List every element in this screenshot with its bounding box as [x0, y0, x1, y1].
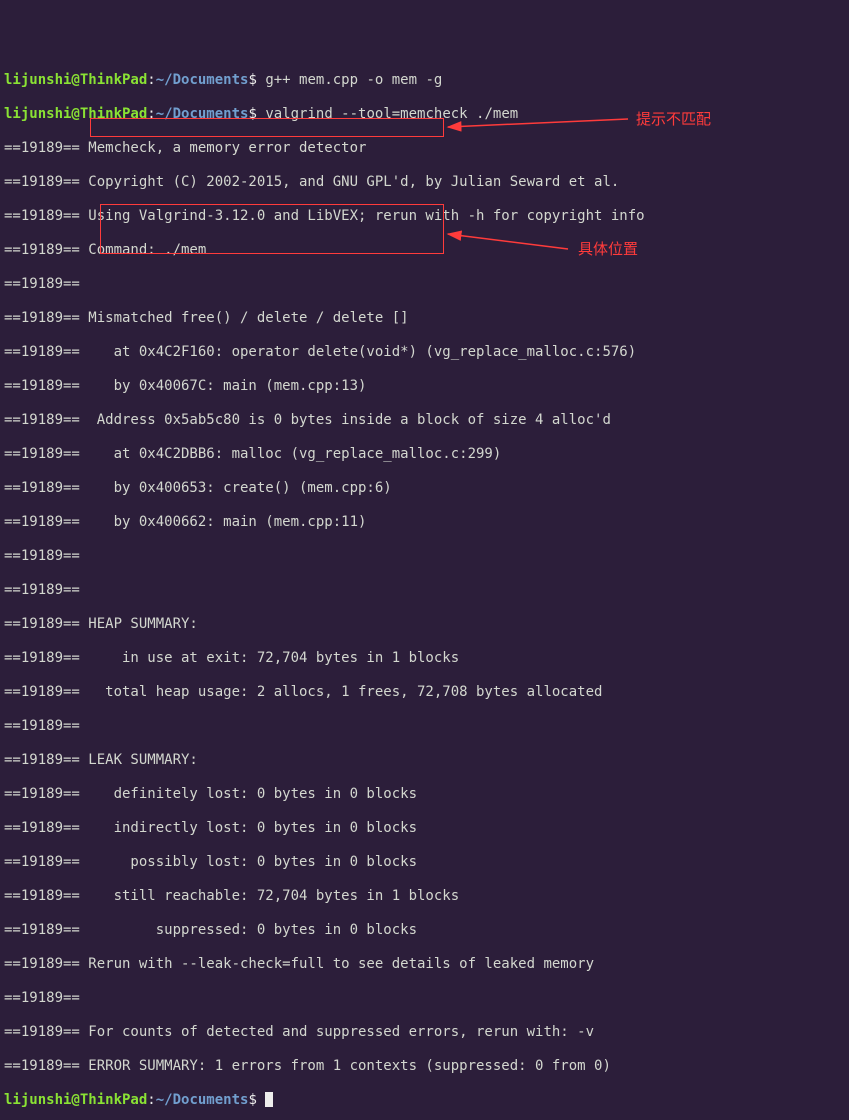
output-line: ==19189== Rerun with --leak-check=full t… [4, 956, 845, 973]
output-line: ==19189== Using Valgrind-3.12.0 and LibV… [4, 208, 845, 225]
prompt-path: ~/Documents [156, 106, 249, 122]
command-2[interactable]: valgrind --tool=memcheck ./mem [265, 106, 518, 122]
output-line: ==19189== LEAK SUMMARY: [4, 752, 845, 769]
cursor-icon[interactable] [265, 1092, 273, 1107]
prompt-user: lijunshi@ThinkPad [4, 72, 147, 88]
output-line: ==19189== [4, 276, 845, 293]
prompt-line-1: lijunshi@ThinkPad:~/Documents$ g++ mem.c… [4, 72, 845, 89]
prompt-sep: : [147, 72, 155, 88]
prompt-line-3[interactable]: lijunshi@ThinkPad:~/Documents$ [4, 1092, 845, 1109]
command-1[interactable]: g++ mem.cpp -o mem -g [265, 72, 442, 88]
output-line: ==19189== total heap usage: 2 allocs, 1 … [4, 684, 845, 701]
output-line: ==19189== at 0x4C2F160: operator delete(… [4, 344, 845, 361]
output-line: ==19189== [4, 990, 845, 1007]
output-line-location: ==19189== by 0x400653: create() (mem.cpp… [4, 480, 845, 497]
output-line: ==19189== [4, 548, 845, 565]
annotation-label-mismatch: 提示不匹配 [636, 110, 711, 127]
prompt-sep: : [147, 106, 155, 122]
prompt-path: ~/Documents [156, 1092, 249, 1108]
prompt-dollar: $ [248, 72, 265, 88]
output-line: ==19189== Memcheck, a memory error detec… [4, 140, 845, 157]
output-line: ==19189== possibly lost: 0 bytes in 0 bl… [4, 854, 845, 871]
output-line: ==19189== still reachable: 72,704 bytes … [4, 888, 845, 905]
output-line: ==19189== [4, 718, 845, 735]
output-line: ==19189== at 0x4C2DBB6: malloc (vg_repla… [4, 446, 845, 463]
output-line: ==19189== Command: ./mem [4, 242, 845, 259]
prompt-sep: : [147, 1092, 155, 1108]
prompt-user: lijunshi@ThinkPad [4, 106, 147, 122]
output-line: ==19189== definitely lost: 0 bytes in 0 … [4, 786, 845, 803]
prompt-line-2: lijunshi@ThinkPad:~/Documents$ valgrind … [4, 106, 845, 123]
annotation-label-location: 具体位置 [578, 240, 638, 257]
prompt-user: lijunshi@ThinkPad [4, 1092, 147, 1108]
output-line: ==19189== indirectly lost: 0 bytes in 0 … [4, 820, 845, 837]
prompt-path: ~/Documents [156, 72, 249, 88]
output-line: ==19189== For counts of detected and sup… [4, 1024, 845, 1041]
output-line: ==19189== in use at exit: 72,704 bytes i… [4, 650, 845, 667]
prompt-dollar: $ [248, 1092, 265, 1108]
output-line-mismatch: ==19189== Mismatched free() / delete / d… [4, 310, 845, 327]
prompt-dollar: $ [248, 106, 265, 122]
output-line: ==19189== HEAP SUMMARY: [4, 616, 845, 633]
output-line: ==19189== Copyright (C) 2002-2015, and G… [4, 174, 845, 191]
output-line: ==19189== by 0x40067C: main (mem.cpp:13) [4, 378, 845, 395]
output-line: ==19189== Address 0x5ab5c80 is 0 bytes i… [4, 412, 845, 429]
output-line-location: ==19189== by 0x400662: main (mem.cpp:11) [4, 514, 845, 531]
output-line: ==19189== ERROR SUMMARY: 1 errors from 1… [4, 1058, 845, 1075]
output-line: ==19189== [4, 582, 845, 599]
output-line: ==19189== suppressed: 0 bytes in 0 block… [4, 922, 845, 939]
